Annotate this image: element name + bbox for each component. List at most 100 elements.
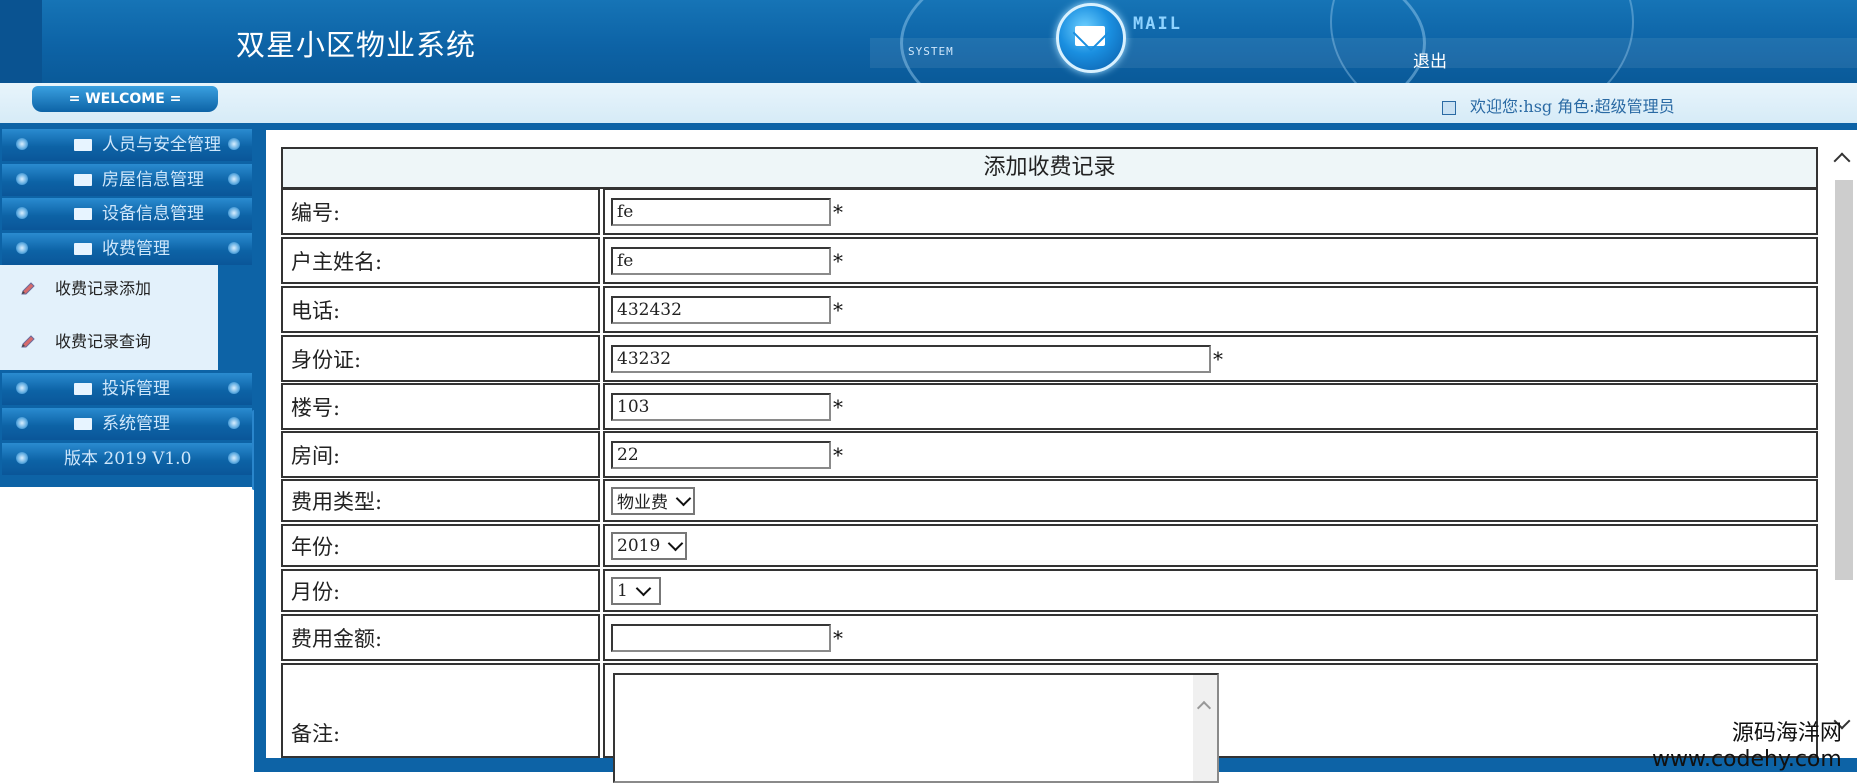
field-value-cell: * [603,614,1818,661]
submenu-item-query-fee-record[interactable]: 收费记录查询 [0,320,218,364]
sidebar-item-label: 人员与安全管理 [102,135,221,155]
field-value-cell: * [603,237,1818,284]
bullet-icon [228,173,240,185]
form-row-month: 月份: 1 [281,569,1818,612]
field-value-cell: * [603,286,1818,333]
bullet-icon [16,173,28,185]
sidebar-item-fee-management[interactable]: 收费管理 [2,233,252,265]
envelope-icon [74,418,92,430]
app-title: 双星小区物业系统 [236,28,477,62]
envelope-icon [74,174,92,186]
bullet-icon [16,207,28,219]
required-mark: * [833,394,843,419]
sidebar-item-label: 系统管理 [102,414,170,434]
logout-link[interactable]: 退出 [1413,47,1447,72]
form-row-phone: 电话: * [281,286,1818,333]
welcome-user: 欢迎您:hsg 角色:超级管理员 [1442,93,1675,117]
header-swirl [1330,0,1634,83]
month-value: 1 [617,580,628,601]
sidebar-item-house-info[interactable]: 房屋信息管理 [2,164,252,196]
watermark-line2: www.codehy.com [1652,747,1842,772]
sidebar-item-label: 设备信息管理 [102,204,204,224]
chevron-down-icon [635,580,652,596]
envelope-icon [74,208,92,220]
bullet-icon [228,382,240,394]
required-mark: * [833,442,843,467]
form-title: 添加收费记录 [281,147,1818,189]
form-row-idcard: 身份证: * [281,335,1818,382]
form-row-building: 楼号: * [281,383,1818,430]
envelope-icon [74,383,92,395]
textarea-scrollbar[interactable] [1193,675,1217,781]
idcard-input[interactable] [611,344,1211,373]
welcome-user-text: 欢迎您:hsg 角色:超级管理员 [1470,97,1675,116]
form-row-fee-type: 费用类型: 物业费 [281,479,1818,522]
sidebar-item-label: 房屋信息管理 [102,170,204,190]
field-value-cell: 2019 [603,524,1818,567]
bullet-icon [16,138,28,150]
form-row-owner: 户主姓名: * [281,237,1818,284]
phone-input[interactable] [611,295,831,324]
building-input[interactable] [611,392,831,421]
field-value-cell: * [603,431,1818,478]
scroll-thumb[interactable] [1835,180,1853,580]
scroll-up-icon[interactable] [1833,152,1851,170]
field-label: 费用金额: [281,614,600,661]
required-mark: * [833,297,843,322]
sidebar-item-system[interactable]: 系统管理 [2,408,252,440]
month-select[interactable]: 1 [611,576,661,605]
submenu-item-label: 收费记录添加 [55,279,152,298]
watermark: 源码海洋网 www.codehy.com [1652,715,1842,772]
form-row-id: 编号: * [281,188,1818,235]
fee-submenu: 收费记录添加 收费记录查询 [0,265,218,370]
field-label: 年份: [281,524,600,567]
bullet-icon [228,207,240,219]
required-mark: * [833,199,843,224]
owner-name-input[interactable] [611,246,831,275]
sidebar-item-equipment-info[interactable]: 设备信息管理 [2,198,252,230]
id-input[interactable] [611,197,831,226]
bullet-icon [16,382,28,394]
system-tag: SYSTEM [908,45,954,58]
field-value-cell: 1 [603,569,1818,612]
fee-type-value: 物业费 [617,493,668,513]
welcome-bar: = WELCOME = 欢迎您:hsg 角色:超级管理员 [0,83,1857,125]
sidebar-item-label: 收费管理 [102,239,170,259]
envelope-icon [74,243,92,255]
vertical-scrollbar[interactable] [1831,130,1857,758]
form-row-remark: 备注: [281,663,1818,783]
amount-input[interactable] [611,623,831,652]
form-row-amount: 费用金额: * [281,614,1818,661]
form-row-room: 房间: * [281,431,1818,478]
mail-icon [1056,3,1126,73]
submenu-item-add-fee-record[interactable]: 收费记录添加 [0,267,218,311]
field-value-cell [603,663,1818,783]
sidebar-item-label: 投诉管理 [102,379,170,399]
field-label: 编号: [281,188,600,235]
year-value: 2019 [617,535,661,556]
field-value-cell: * [603,188,1818,235]
pencil-icon [21,335,35,348]
field-label: 房间: [281,431,600,478]
remark-textarea[interactable] [613,673,1219,783]
pencil-icon [21,282,35,295]
year-select[interactable]: 2019 [611,531,688,560]
required-mark: * [1213,346,1223,371]
required-mark: * [833,625,843,650]
fee-type-select[interactable]: 物业费 [611,486,695,515]
watermark-line1: 源码海洋网 [1731,721,1842,746]
sidebar-item-personnel-security[interactable]: 人员与安全管理 [2,129,252,161]
bullet-icon [228,452,240,464]
field-value-cell: 物业费 [603,479,1818,522]
field-label: 户主姓名: [281,237,600,284]
field-label: 备注: [281,663,600,758]
sidebar-version: 版本 2019 V1.0 [2,443,252,475]
welcome-tab: = WELCOME = [32,86,218,112]
sidebar-item-complaint[interactable]: 投诉管理 [2,373,252,405]
field-value-cell: * [603,383,1818,430]
user-icon [1442,100,1456,115]
room-input[interactable] [611,440,831,469]
field-label: 月份: [281,569,600,612]
field-value-cell: * [603,335,1818,382]
chevron-down-icon [667,535,684,551]
